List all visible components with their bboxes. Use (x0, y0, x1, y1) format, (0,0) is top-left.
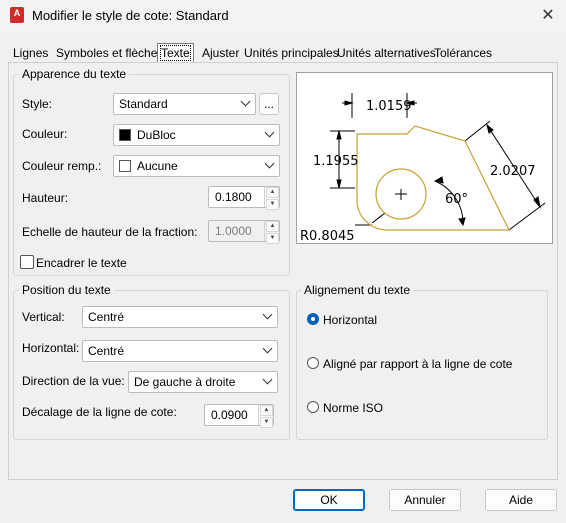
ok-button[interactable]: OK (293, 489, 365, 511)
radius-label: R0.8045 (300, 229, 355, 243)
spin-up-icon[interactable]: ▲ (266, 187, 279, 198)
view-direction-label: Direction de la vue: (22, 374, 125, 388)
cancel-button[interactable]: Annuler (389, 489, 461, 511)
radio-horizontal-label: Horizontal (323, 313, 378, 327)
frame-text-label: Encadrer le texte (36, 256, 127, 270)
radio-aligned-dim-line-label: Aligné par rapport à la ligne de cote (323, 357, 513, 371)
height-stepper[interactable]: 0.1800 ▲ ▼ (208, 186, 280, 210)
radio-horizontal[interactable] (307, 313, 319, 325)
height-spin-buttons[interactable]: ▲ ▼ (264, 187, 279, 210)
radio-iso-standard[interactable] (307, 401, 319, 413)
offset-spin-buttons[interactable]: ▲ ▼ (258, 405, 273, 428)
style-value: Standard (119, 97, 168, 111)
chevron-down-icon (264, 158, 275, 169)
tab-lignes[interactable]: Lignes (10, 44, 51, 62)
fill-color-label: Couleur remp.: (22, 159, 102, 173)
spin-down-icon[interactable]: ▼ (260, 417, 273, 428)
vertical-label: Vertical: (22, 310, 65, 324)
autocad-app-icon: A (10, 7, 24, 23)
chevron-down-icon (264, 127, 275, 138)
view-direction-dropdown[interactable]: De gauche à droite (128, 371, 278, 393)
vertical-dropdown[interactable]: Centré (82, 306, 278, 328)
radio-aligned-dim-line[interactable] (307, 357, 319, 369)
dim-right-label: 2.0207 (490, 164, 536, 179)
view-direction-value: De gauche à droite (134, 375, 236, 389)
tab-texte-label: Texte (160, 45, 191, 61)
style-label: Style: (22, 97, 53, 111)
fraction-scale-stepper[interactable]: 1.0000 ▲ ▼ (208, 220, 280, 244)
text-appearance-group-label: Apparence du texte (19, 67, 130, 81)
chevron-down-icon (262, 309, 273, 320)
radio-iso-standard-label: Norme ISO (323, 401, 384, 415)
offset-stepper[interactable]: 0.0900 ▲ ▼ (204, 404, 274, 428)
spin-up-icon[interactable]: ▲ (260, 405, 273, 416)
spin-up-icon[interactable]: ▲ (266, 221, 279, 232)
fraction-scale-value: 1.0000 (215, 224, 252, 238)
fraction-scale-label: Echelle de hauteur de la fraction: (22, 225, 198, 239)
tab-ajuster[interactable]: Ajuster (199, 44, 242, 62)
height-label: Hauteur: (22, 191, 69, 205)
tab-unites-principales[interactable]: Unités principales (241, 44, 342, 62)
horizontal-dropdown[interactable]: Centré (82, 340, 278, 362)
horizontal-label: Horizontal: (22, 341, 80, 355)
text-alignment-group-label: Alignement du texte (301, 283, 414, 297)
frame-text-checkbox[interactable] (20, 255, 34, 269)
preview-drawing: 1.0159 1.1955 2.0207 60° R0.8045 (300, 93, 546, 244)
offset-label: Décalage de la ligne de cote: (22, 405, 177, 419)
spin-down-icon[interactable]: ▼ (266, 233, 279, 244)
close-button[interactable]: ✕ (532, 2, 564, 30)
color-label: Couleur: (22, 127, 68, 141)
dim-left-label: 1.1955 (313, 154, 359, 169)
horizontal-value: Centré (88, 344, 125, 358)
fill-color-swatch (119, 160, 131, 172)
chevron-down-icon (240, 96, 251, 107)
text-position-group-label: Position du texte (19, 283, 114, 297)
color-dropdown[interactable]: DuBloc (113, 124, 280, 146)
help-button[interactable]: Aide (485, 489, 557, 511)
dimension-preview: 1.0159 1.1955 2.0207 60° R0.8045 (296, 72, 553, 244)
tab-symboles-fleches[interactable]: Symboles et flèches (53, 44, 166, 62)
offset-value: 0.0900 (211, 408, 248, 422)
style-browse-button[interactable]: ... (259, 93, 279, 115)
vertical-value: Centré (88, 310, 125, 324)
chevron-down-icon (262, 374, 273, 385)
window-title: Modifier le style de cote: Standard (32, 8, 229, 23)
angle-label: 60° (445, 192, 468, 207)
tab-tolerances[interactable]: Tolérances (431, 44, 495, 62)
tab-unites-alternatives[interactable]: Unités alternatives (334, 44, 439, 62)
height-value: 0.1800 (215, 190, 252, 204)
fraction-scale-spin-buttons[interactable]: ▲ ▼ (264, 221, 279, 244)
style-dropdown[interactable]: Standard (113, 93, 256, 115)
tab-texte[interactable]: Texte (157, 43, 194, 64)
color-swatch (119, 129, 131, 141)
spin-down-icon[interactable]: ▼ (266, 199, 279, 210)
chevron-down-icon (262, 343, 273, 354)
dim-top-label: 1.0159 (366, 99, 412, 114)
fill-color-dropdown[interactable]: Aucune (113, 155, 280, 177)
title-bar: A Modifier le style de cote: Standard ✕ (0, 0, 566, 32)
